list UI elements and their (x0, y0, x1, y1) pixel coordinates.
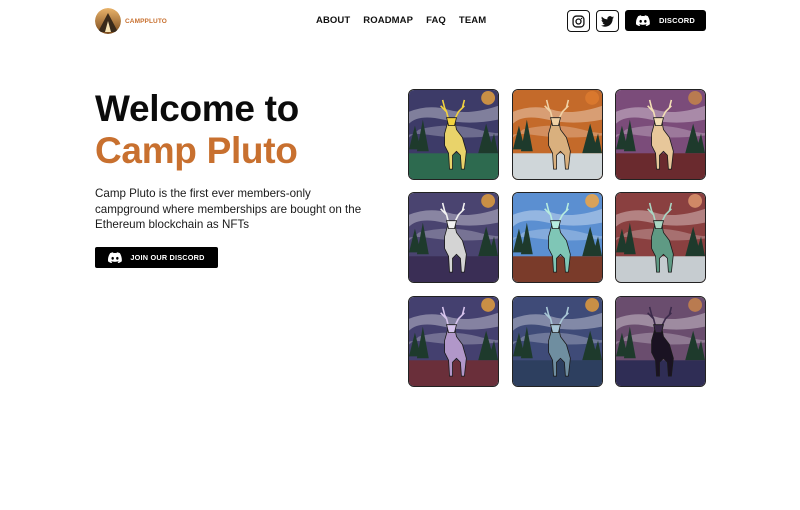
join-discord-label: JOIN OUR DISCORD (130, 253, 205, 262)
deer-nft-image (616, 297, 705, 386)
join-discord-button[interactable]: JOIN OUR DISCORD (95, 247, 218, 268)
hero-title-line2: Camp Pluto (95, 130, 298, 171)
main-menu: ABOUT ROADMAP FAQ TEAM (316, 15, 486, 26)
brand-word-pluto: PLUTO (144, 17, 167, 25)
discord-button-label: DISCORD (659, 16, 695, 25)
hero-title-line1: Welcome to (95, 88, 299, 129)
nft-deer-tile[interactable] (615, 192, 706, 283)
nft-deer-tile[interactable] (512, 89, 603, 180)
discord-button[interactable]: DISCORD (625, 10, 706, 31)
discord-icon (108, 252, 123, 263)
nft-deer-tile[interactable] (408, 89, 499, 180)
nft-deer-tile[interactable] (615, 296, 706, 387)
deer-nft-image (409, 193, 498, 282)
nav-faq-link[interactable]: FAQ (426, 15, 446, 26)
hero-description: Camp Pluto is the first ever members-onl… (95, 187, 362, 231)
deer-nft-image (513, 90, 602, 179)
nft-deer-tile[interactable] (408, 192, 499, 283)
nft-deer-tile[interactable] (512, 296, 603, 387)
deer-nft-image (409, 90, 498, 179)
brand-name: CAMPPLUTO (125, 18, 167, 25)
deer-nft-image (409, 297, 498, 386)
hero-title: Welcome to Camp Pluto (95, 88, 299, 172)
deer-nft-image (513, 297, 602, 386)
top-navigation: CAMPPLUTO ABOUT ROADMAP FAQ TEAM DISCORD (0, 0, 800, 42)
brand-logo-link[interactable]: CAMPPLUTO (95, 8, 167, 34)
brand-word-camp: CAMP (125, 17, 145, 25)
nav-roadmap-link[interactable]: ROADMAP (363, 15, 413, 26)
discord-icon (636, 15, 650, 26)
twitter-icon (601, 15, 614, 27)
instagram-button[interactable] (567, 10, 590, 32)
nft-deer-tile[interactable] (408, 296, 499, 387)
deer-nft-image (616, 90, 705, 179)
nft-deer-tile[interactable] (615, 89, 706, 180)
tent-mountain-logo-icon (95, 8, 121, 34)
deer-nft-image (513, 193, 602, 282)
instagram-icon (572, 14, 585, 28)
nav-team-link[interactable]: TEAM (459, 15, 486, 26)
nft-deer-tile[interactable] (512, 192, 603, 283)
twitter-button[interactable] (596, 10, 619, 32)
deer-nft-image (616, 193, 705, 282)
nav-about-link[interactable]: ABOUT (316, 15, 350, 26)
